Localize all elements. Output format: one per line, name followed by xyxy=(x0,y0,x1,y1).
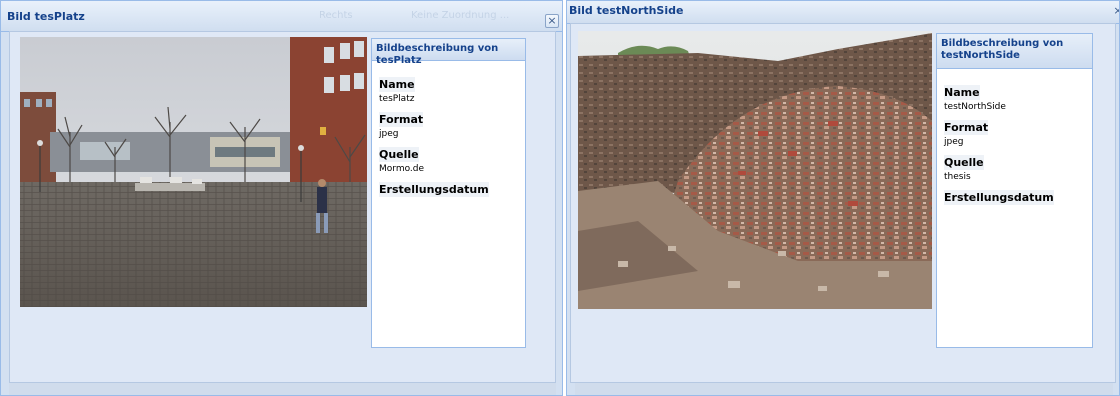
window-footer xyxy=(575,383,1113,395)
rubble-photo-image xyxy=(578,31,932,309)
window-titlebar[interactable]: Bild testNorthSide × xyxy=(567,1,1119,24)
image-description-panel: Bildbeschreibung von testNorthSide Name … xyxy=(936,33,1093,348)
window-title: Bild testNorthSide xyxy=(569,4,684,17)
window-footer xyxy=(9,383,556,395)
panel-content: Name tesPlatz Format jpeg Quelle Mormo.d… xyxy=(372,61,525,197)
field-value-format: jpeg xyxy=(944,137,964,147)
window-titlebar[interactable]: Bild tesPlatz Rechts Keine Zuordnung ...… xyxy=(1,1,562,32)
square-photo xyxy=(20,37,367,307)
field-value-format: jpeg xyxy=(379,129,399,139)
field-label-source: Quelle xyxy=(379,147,419,162)
rubble-photo xyxy=(578,31,932,309)
square-photo-image xyxy=(20,37,367,307)
close-icon[interactable]: × xyxy=(1113,5,1119,19)
image-window-testnorthside: Bild testNorthSide × xyxy=(566,0,1120,396)
panel-header: Bildbeschreibung von testNorthSide xyxy=(937,34,1092,69)
field-label-source: Quelle xyxy=(944,155,984,170)
field-label-creation-date: Erstellungsdatum xyxy=(379,182,489,197)
image-window-tesplatz: Bild tesPlatz Rechts Keine Zuordnung ...… xyxy=(0,0,563,396)
panel-content: Name testNorthSide Format jpeg Quelle th… xyxy=(937,69,1092,205)
field-label-name: Name xyxy=(379,77,415,92)
background-tab-label: Keine Zuordnung ... xyxy=(411,10,510,21)
field-label-creation-date: Erstellungsdatum xyxy=(944,190,1054,205)
field-value-name: testNorthSide xyxy=(944,102,1006,112)
field-value-name: tesPlatz xyxy=(379,94,415,104)
image-description-panel: Bildbeschreibung von tesPlatz Name tesPl… xyxy=(371,38,526,348)
background-tab-label: Rechts xyxy=(319,10,353,21)
panel-header: Bildbeschreibung von tesPlatz xyxy=(372,39,525,66)
close-icon[interactable]: × xyxy=(545,14,559,28)
field-label-name: Name xyxy=(944,85,980,100)
field-value-source: thesis xyxy=(944,172,971,182)
field-value-source: Mormo.de xyxy=(379,164,425,174)
window-title: Bild tesPlatz xyxy=(7,10,85,23)
field-label-format: Format xyxy=(944,120,989,135)
field-label-format: Format xyxy=(379,112,424,127)
